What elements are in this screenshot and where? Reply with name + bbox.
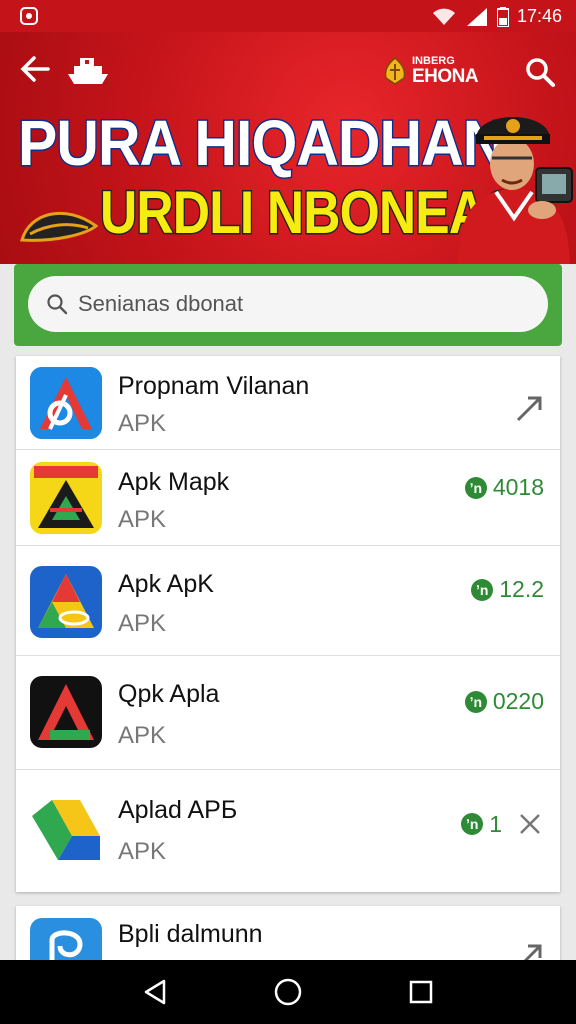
app-name: Propnam Vilanan xyxy=(118,372,310,400)
status-bar: 17:46 xyxy=(0,0,576,32)
app-value: 0220 xyxy=(492,688,544,714)
app-type: APK xyxy=(118,838,167,865)
app-name: Apk ApK xyxy=(118,570,214,598)
rating-badge: ʼn xyxy=(464,690,487,713)
app-list: Propnam Vilanan APK Apk Mapk APK ʼn 4018 xyxy=(16,356,560,892)
app-value: 4018 xyxy=(492,474,544,500)
app-icon xyxy=(30,462,102,534)
app-value: 12.2 xyxy=(499,576,544,602)
app-type: APK xyxy=(118,410,167,437)
wifi-icon xyxy=(432,8,455,25)
ship-icon xyxy=(68,58,108,84)
system-nav-bar xyxy=(0,960,576,1024)
banner-title-line-1: PURA HIQADHAN xyxy=(17,106,507,181)
logo-line-2: EHONA xyxy=(412,66,479,87)
app-value: 1 xyxy=(489,810,502,837)
nav-recents-icon[interactable] xyxy=(408,979,434,1005)
expand-icon[interactable] xyxy=(514,394,544,424)
app-name: Apk Mapk xyxy=(118,468,230,496)
notification-icon xyxy=(20,7,38,25)
header-banner: INBERG EHONA PURA HIQADHAN URDLI NBONEAS xyxy=(0,32,576,264)
app-name: Bpli dalmunn xyxy=(118,920,263,948)
close-icon[interactable] xyxy=(516,810,544,838)
search-input[interactable] xyxy=(78,291,518,317)
garuda-icon xyxy=(384,57,406,85)
list-item[interactable]: Qpk Apla APK ʼn 0220 xyxy=(16,656,560,770)
search-panel xyxy=(14,264,562,346)
signal-icon xyxy=(466,7,487,26)
app-name: Aplad APБ xyxy=(118,796,238,824)
status-icons: 17:46 xyxy=(431,6,562,27)
back-arrow-icon[interactable] xyxy=(18,52,52,86)
list-item[interactable]: Aplad APБ APK ʼn 1 xyxy=(16,770,560,892)
app-icon xyxy=(30,566,102,638)
search-field-icon xyxy=(47,294,68,315)
app-type: APK xyxy=(118,610,167,637)
rating-badge: ʼn xyxy=(471,578,494,601)
nav-back-icon[interactable] xyxy=(142,978,168,1006)
brand-logo: INBERG EHONA xyxy=(382,56,479,87)
rating-badge: ʼn xyxy=(461,813,484,835)
hat-icon xyxy=(20,211,99,242)
app-name: Qpk Apla xyxy=(118,680,220,708)
officer-illustration xyxy=(458,117,573,264)
app-type: APK xyxy=(118,506,167,533)
app-type: APK xyxy=(118,722,167,749)
rating-badge: ʼn xyxy=(464,476,487,499)
search-icon[interactable] xyxy=(524,56,556,88)
list-item[interactable]: Apk ApK APK ʼn 12.2 xyxy=(16,546,560,656)
nav-home-icon[interactable] xyxy=(273,977,303,1007)
app-icon xyxy=(30,794,102,866)
list-item[interactable]: Apk Mapk APK ʼn 4018 xyxy=(16,450,560,546)
list-item[interactable]: Propnam Vilanan APK xyxy=(16,356,560,450)
app-icon xyxy=(30,676,102,748)
battery-icon xyxy=(496,6,509,27)
search-bar[interactable] xyxy=(28,276,548,332)
app-icon xyxy=(30,367,102,439)
clock: 17:46 xyxy=(516,6,562,26)
